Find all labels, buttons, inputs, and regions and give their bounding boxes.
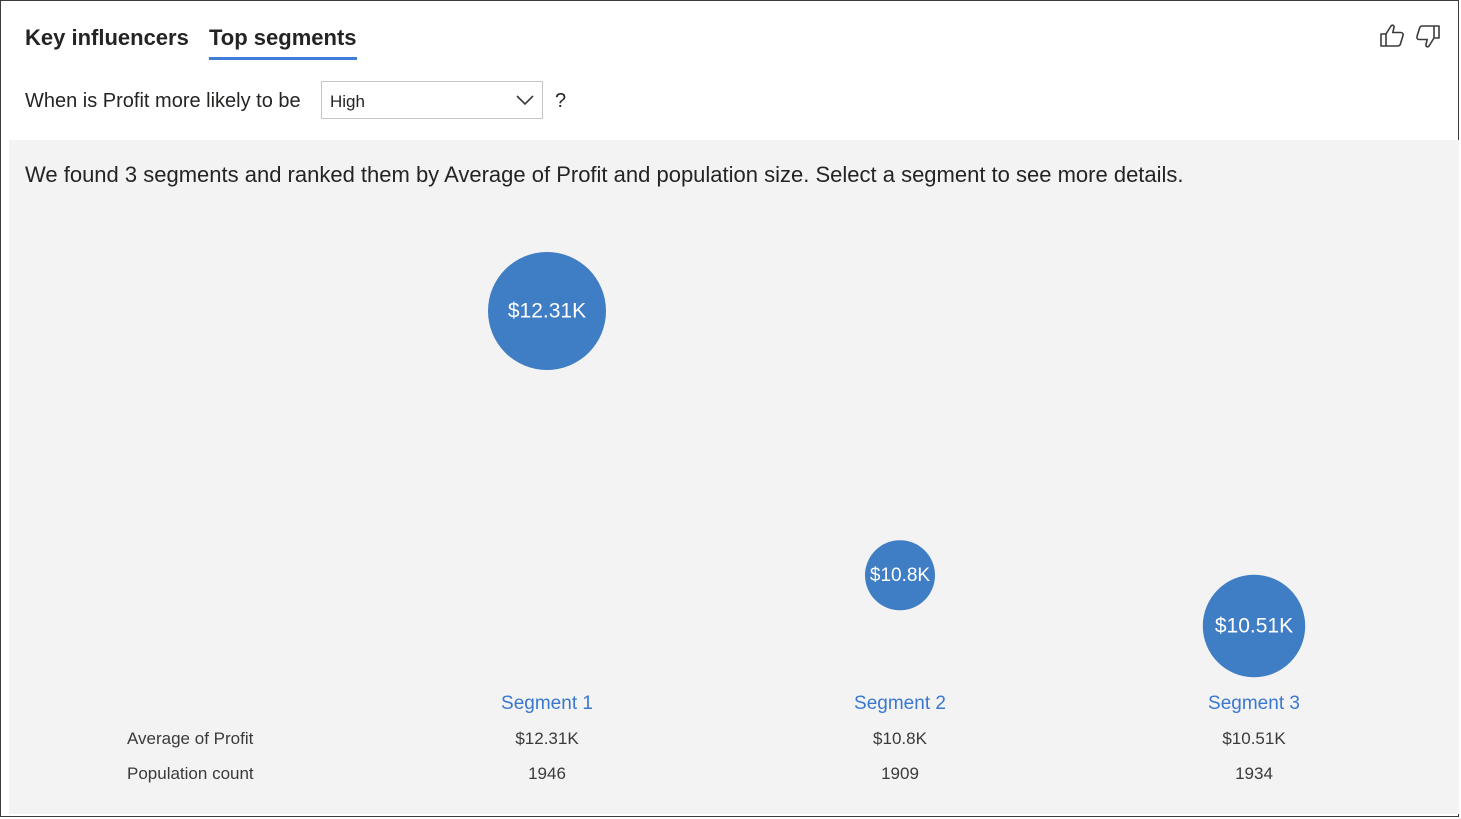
outcome-dropdown-value: High bbox=[330, 92, 365, 111]
segment-3-bubble-label: $10.51K bbox=[1215, 615, 1293, 638]
segment-2-profit: $10.8K bbox=[873, 729, 927, 748]
active-tab-indicator bbox=[209, 57, 357, 60]
segment-1-link[interactable]: Segment 1 bbox=[457, 693, 637, 715]
tab-top-segments[interactable]: Top segments bbox=[209, 25, 357, 51]
row-label-average-profit: Average of Profit bbox=[127, 729, 254, 748]
thumbs-down-icon[interactable] bbox=[1413, 21, 1443, 51]
outcome-dropdown[interactable]: High bbox=[321, 81, 543, 119]
segment-2-link[interactable]: Segment 2 bbox=[810, 693, 990, 715]
question-label: When is Profit more likely to be bbox=[25, 90, 301, 112]
segment-2-population: 1909 bbox=[881, 764, 919, 783]
thumbs-up-icon[interactable] bbox=[1377, 21, 1407, 51]
segment-1-profit: $12.31K bbox=[515, 729, 579, 748]
segment-3-profit: $10.51K bbox=[1222, 729, 1286, 748]
segment-1-population: 1946 bbox=[528, 764, 566, 783]
segment-3-population: 1934 bbox=[1235, 764, 1273, 783]
chevron-down-icon bbox=[516, 95, 534, 106]
row-label-population-count: Population count bbox=[127, 764, 254, 783]
segment-1-bubble-label: $12.31K bbox=[508, 300, 586, 323]
question-mark: ? bbox=[555, 90, 567, 112]
tab-key-influencers[interactable]: Key influencers bbox=[25, 25, 189, 51]
segment-3-link[interactable]: Segment 3 bbox=[1164, 693, 1344, 715]
top-segments-visual: Key influencers Top segments When is Pro… bbox=[0, 0, 1459, 817]
segments-panel: We found 3 segments and ranked them by A… bbox=[9, 140, 1459, 814]
segment-2-bubble-label: $10.8K bbox=[870, 565, 931, 586]
